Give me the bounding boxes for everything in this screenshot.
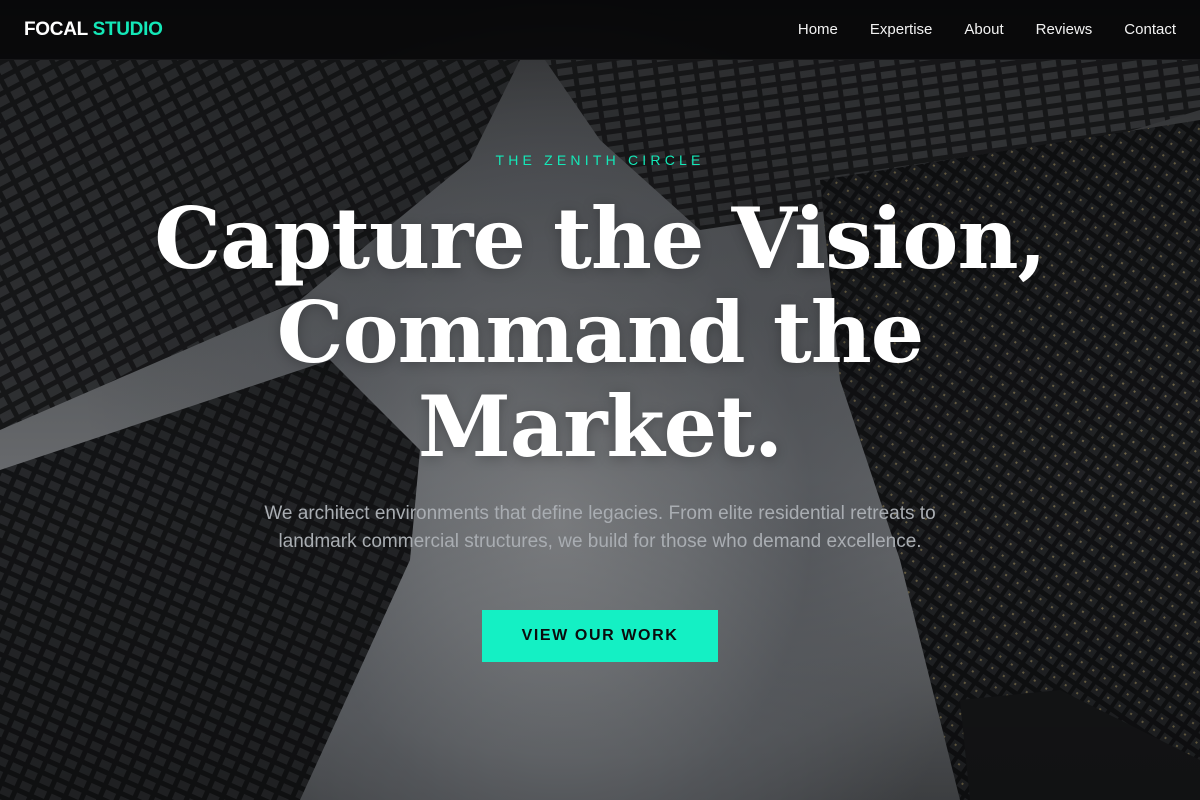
nav-link-reviews[interactable]: Reviews — [1036, 21, 1093, 38]
hero-section: THE ZENITH CIRCLE Capture the Vision, Co… — [0, 60, 1200, 800]
nav-links: Home Expertise About Reviews Contact — [798, 21, 1176, 38]
nav-link-home[interactable]: Home — [798, 21, 838, 38]
brand-name-primary: FOCAL — [24, 18, 88, 40]
nav-link-about[interactable]: About — [964, 21, 1003, 38]
nav-link-contact[interactable]: Contact — [1124, 21, 1176, 38]
top-navbar: FOCAL STUDIO Home Expertise About Review… — [0, 0, 1200, 60]
hero-eyebrow: THE ZENITH CIRCLE — [495, 152, 705, 168]
brand-logo[interactable]: FOCAL STUDIO — [24, 19, 163, 41]
view-our-work-button[interactable]: VIEW OUR WORK — [482, 610, 718, 662]
hero-headline: Capture the Vision, Command the Market. — [154, 189, 1047, 476]
nav-link-expertise[interactable]: Expertise — [870, 21, 933, 38]
brand-name-accent: STUDIO — [92, 18, 163, 40]
hero-subtext: We architect environments that define le… — [264, 503, 936, 552]
landing-page: FOCAL STUDIO Home Expertise About Review… — [0, 0, 1200, 800]
